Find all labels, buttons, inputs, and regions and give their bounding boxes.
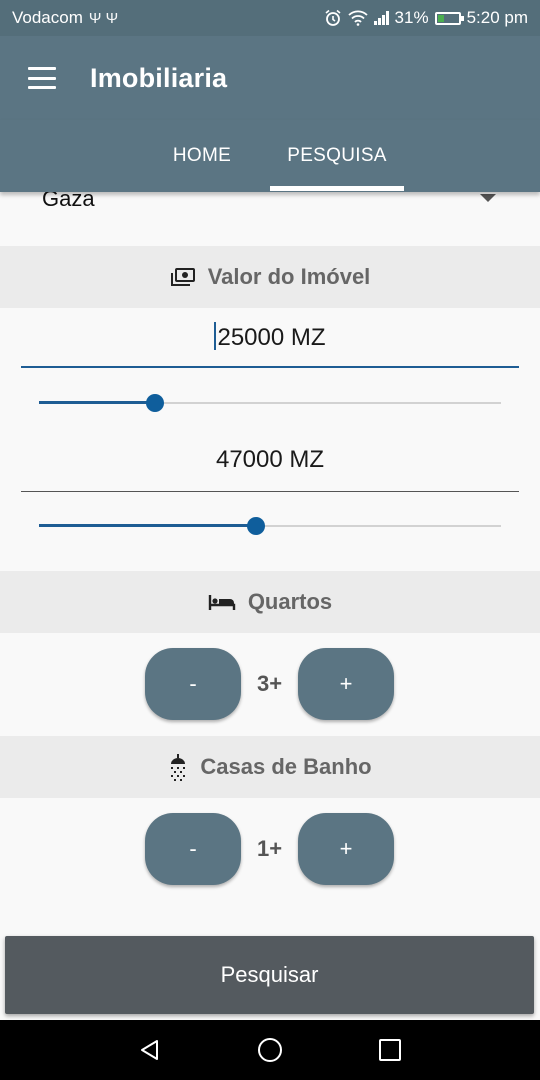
usb-icon: Ψ Ψ bbox=[88, 9, 119, 27]
system-nav-bar bbox=[0, 1020, 540, 1080]
status-bar: Vodacom Ψ Ψ 31% 5:20 pm bbox=[0, 0, 540, 36]
location-select[interactable]: Gaza bbox=[0, 186, 540, 246]
status-left: Vodacom Ψ Ψ bbox=[12, 8, 118, 28]
quartos-count: 3+ bbox=[256, 671, 283, 696]
section-header-quartos: Quartos bbox=[0, 571, 540, 633]
max-value-input[interactable]: 47000 MZ bbox=[21, 446, 519, 492]
app-title: Imobiliaria bbox=[90, 62, 228, 93]
battery-level bbox=[437, 14, 444, 22]
max-value-slider[interactable] bbox=[39, 511, 501, 541]
carrier-label: Vodacom bbox=[12, 8, 83, 27]
section-title: Valor do Imóvel bbox=[207, 264, 371, 289]
hamburger-menu-icon[interactable] bbox=[28, 67, 56, 89]
nav-home-button[interactable] bbox=[230, 1020, 310, 1080]
battery-icon bbox=[434, 11, 464, 25]
quartos-counter: - 3+ + bbox=[0, 648, 540, 720]
home-circle-icon bbox=[258, 1038, 282, 1062]
active-tab-indicator bbox=[270, 186, 404, 191]
slider-thumb[interactable] bbox=[145, 394, 164, 412]
status-right: 31% 5:20 pm bbox=[324, 8, 528, 28]
clock: 5:20 pm bbox=[466, 8, 528, 27]
battery-percent: 31% bbox=[394, 8, 429, 27]
recent-square-icon bbox=[379, 1039, 401, 1061]
money-icon bbox=[170, 268, 195, 286]
search-button[interactable]: Pesquisar bbox=[5, 936, 534, 1014]
section-title: Casas de Banho bbox=[200, 754, 372, 779]
section-title: Quartos bbox=[247, 589, 333, 614]
alarm-icon bbox=[325, 9, 341, 26]
section-header-valor: Valor do Imóvel bbox=[0, 246, 540, 308]
app-bar: Imobiliaria bbox=[0, 36, 540, 120]
min-value-slider[interactable] bbox=[39, 388, 501, 418]
nav-back-button[interactable] bbox=[110, 1020, 190, 1080]
wifi-icon bbox=[347, 10, 368, 26]
tab-bar: HOME PESQUISA bbox=[0, 120, 540, 192]
banho-decrement-button[interactable]: - bbox=[145, 813, 241, 885]
nav-recent-apps-button[interactable] bbox=[350, 1020, 430, 1080]
back-triangle-icon bbox=[141, 1040, 158, 1060]
banho-count: 1+ bbox=[256, 836, 283, 861]
tab-pesquisa[interactable]: PESQUISA bbox=[270, 120, 404, 192]
dropdown-arrow-icon bbox=[480, 194, 496, 202]
quartos-decrement-button[interactable]: - bbox=[145, 648, 241, 720]
signal-icon bbox=[373, 11, 389, 25]
quartos-increment-button[interactable]: + bbox=[298, 648, 394, 720]
min-value-text: 25000 MZ bbox=[217, 324, 326, 351]
banho-counter: - 1+ + bbox=[0, 813, 540, 885]
min-value-input[interactable]: 25000 MZ bbox=[21, 322, 519, 368]
banho-increment-button[interactable]: + bbox=[298, 813, 394, 885]
tab-home[interactable]: HOME bbox=[134, 120, 270, 192]
bed-icon bbox=[208, 595, 236, 610]
max-value-text: 47000 MZ bbox=[215, 446, 325, 473]
shower-icon bbox=[171, 754, 186, 781]
slider-thumb[interactable] bbox=[247, 517, 266, 535]
section-header-banho: Casas de Banho bbox=[0, 736, 540, 798]
slider-fill bbox=[39, 524, 257, 527]
slider-fill bbox=[39, 401, 155, 404]
